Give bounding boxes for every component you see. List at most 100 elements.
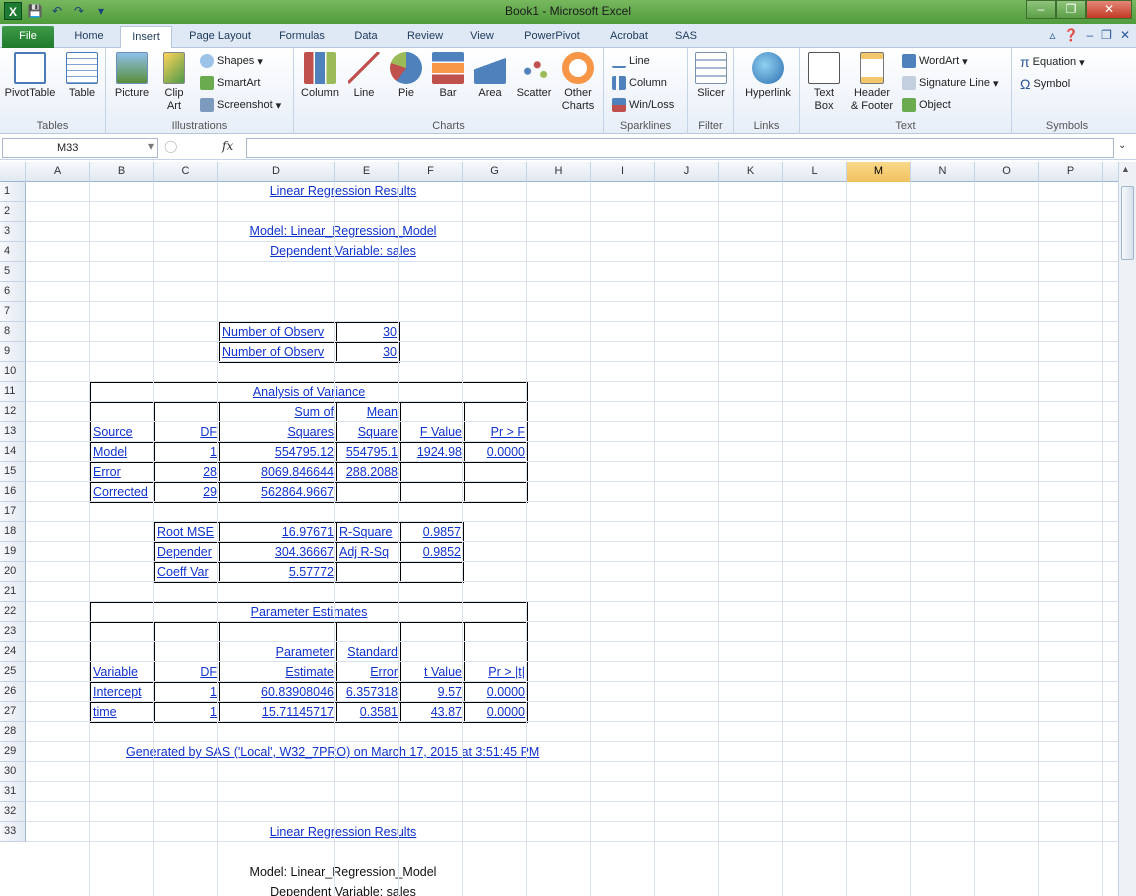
cell-params-est[interactable]: 15.71145717 [220,703,336,721]
row-header-2[interactable]: 2 [0,202,26,222]
cell-params-df[interactable]: 1 [155,703,219,721]
name-box[interactable]: M33 [2,138,158,158]
row-header-18[interactable]: 18 [0,522,26,542]
tab-data[interactable]: Data [344,26,388,48]
expand-formula-bar-icon[interactable]: ⌄ [1118,140,1126,151]
row-header-14[interactable]: 14 [0,442,26,462]
row-header-11[interactable]: 11 [0,382,26,402]
column-header-c[interactable]: C [154,162,218,182]
cell-params-est[interactable]: 60.83908046 [220,683,336,701]
tab-file[interactable]: File [2,26,54,48]
cell-nobs-label-1[interactable]: Number of Observ [220,323,336,341]
row-header-25[interactable]: 25 [0,662,26,682]
scroll-thumb[interactable] [1121,186,1134,260]
row-header-16[interactable]: 16 [0,482,26,502]
cell-anova-h-source[interactable]: Source [91,423,154,441]
object-button[interactable]: Object [902,98,951,112]
row-header-24[interactable]: 24 [0,642,26,662]
cell-title-1[interactable]: Linear Regression Results [212,182,474,200]
tab-review[interactable]: Review [398,26,452,48]
row-header-5[interactable]: 5 [0,262,26,282]
clipart-button[interactable]: Clip Art [156,52,192,113]
cell-params-df[interactable]: 1 [155,683,219,701]
cell-anova-h-df[interactable]: DF [155,423,219,441]
cell-anova-h-p[interactable]: Pr > F [465,423,527,441]
column-header-o[interactable]: O [975,162,1039,182]
cell-params-p[interactable]: 0.0000 [465,703,527,721]
cell-anova-h-ms-2[interactable]: Square [337,423,400,441]
cell-anova-h-ss-2[interactable]: Squares [220,423,336,441]
cell-params-p[interactable]: 0.0000 [465,683,527,701]
hyperlink-button[interactable]: Hyperlink [740,52,796,100]
cell-anova-df[interactable]: 1 [155,443,219,461]
cell-params-h-var[interactable]: Variable [91,663,154,681]
tab-page-layout[interactable]: Page Layout [180,26,260,48]
cell-nobs-value-1[interactable]: 30 [337,323,399,341]
select-all-corner[interactable] [0,162,26,182]
workbook-restore-icon[interactable]: ❐ [1101,28,1112,42]
cell-anova-h-f[interactable]: F Value [401,423,464,441]
tab-formulas[interactable]: Formulas [270,26,334,48]
cell-anova-ss[interactable]: 554795.12 [220,443,336,461]
tab-sas[interactable]: SAS [668,26,704,48]
line-chart-button[interactable]: Line [344,52,384,100]
cell-params-se[interactable]: 0.3581 [337,703,400,721]
row-header-4[interactable]: 4 [0,242,26,262]
namebox-dropdown-icon[interactable]: ▾ [148,139,154,153]
column-header-n[interactable]: N [911,162,975,182]
column-header-m[interactable]: M [847,162,911,182]
tab-insert[interactable]: Insert [120,26,172,48]
cell-params-h-p[interactable]: Pr > |t| [465,663,527,681]
row-header-7[interactable]: 7 [0,302,26,322]
cell-anova-source[interactable]: Model [91,443,154,461]
cancel-entry-icon[interactable]: ◯ [164,139,177,153]
cell-fit-label[interactable]: Adj R-Sq [337,543,400,561]
cell-params-var[interactable]: Intercept [91,683,154,701]
cell-model-1[interactable]: Model: Linear_Regression_Model [212,222,474,240]
cell-fit-value[interactable]: 16.97671 [220,523,336,541]
cells-area[interactable]: Linear Regression Results Model: Linear_… [26,182,1118,896]
equation-button[interactable]: π Equation ▾ [1020,54,1085,70]
cell-depvar-2[interactable]: Dependent Variable: sales [212,883,474,896]
cell-params-h-est-1[interactable]: Parameter [220,643,336,661]
cell-params-t[interactable]: 9.57 [401,683,464,701]
cell-fit-value[interactable]: 0.9852 [401,543,463,561]
restore-button[interactable]: ❐ [1056,0,1086,19]
row-header-8[interactable]: 8 [0,322,26,342]
cell-fit-value[interactable]: 5.57772 [220,563,336,581]
cell-anova-h-ss-1[interactable]: Sum of [220,403,336,421]
signature-line-button[interactable]: Signature Line ▾ [902,76,998,90]
column-chart-button[interactable]: Column [298,52,342,100]
sparkline-winloss-button[interactable]: Win/Loss [612,98,674,112]
cell-anova-h-ms-1[interactable]: Mean [337,403,400,421]
help-icon[interactable]: ❓ [1064,28,1079,42]
cell-anova-source[interactable]: Error [91,463,154,481]
screenshot-button[interactable]: Screenshot ▾ [200,98,281,112]
cell-fit-label[interactable]: Root MSE [155,523,219,541]
insert-function-icon[interactable]: fx [222,139,233,153]
cell-params-h-t[interactable]: t Value [401,663,464,681]
cell-params-h-est-2[interactable]: Estimate [220,663,336,681]
cell-params-var[interactable]: time [91,703,154,721]
column-header-g[interactable]: G [463,162,527,182]
column-header-a[interactable]: A [26,162,90,182]
textbox-button[interactable]: Text Box [806,52,842,113]
sparkline-column-button[interactable]: Column [612,76,667,90]
row-header-3[interactable]: 3 [0,222,26,242]
slicer-button[interactable]: Slicer [692,52,730,100]
row-header-31[interactable]: 31 [0,782,26,802]
other-charts-button[interactable]: Other Charts [556,52,600,113]
vertical-scrollbar[interactable]: ▲ [1118,162,1136,896]
cell-fit-label[interactable]: Depender [155,543,219,561]
shapes-button[interactable]: Shapes ▾ [200,54,263,68]
cell-nobs-label-2[interactable]: Number of Observ [220,343,336,361]
column-header-i[interactable]: I [591,162,655,182]
cell-params-t[interactable]: 43.87 [401,703,464,721]
cell-anova-ms[interactable]: 288.2088 [337,463,400,481]
workbook-close-icon[interactable]: ✕ [1120,28,1130,42]
row-header-27[interactable]: 27 [0,702,26,722]
cell-model-2[interactable]: Model: Linear_Regression_Model [212,863,474,881]
cell-title-2[interactable]: Linear Regression Results [212,823,474,841]
row-header-12[interactable]: 12 [0,402,26,422]
row-header-13[interactable]: 13 [0,422,26,442]
